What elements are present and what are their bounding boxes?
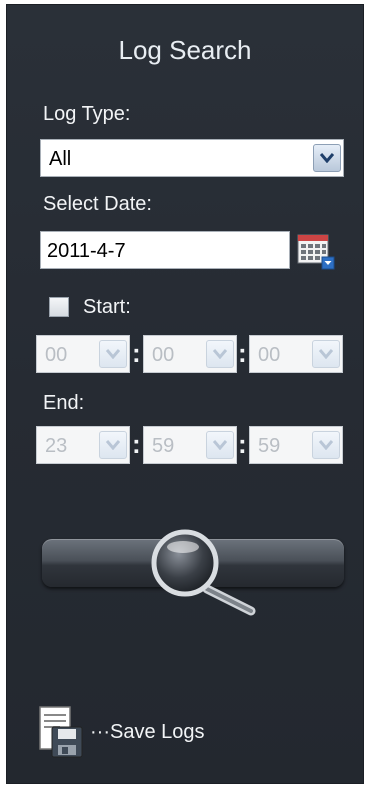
start-hour-select[interactable]: 00 xyxy=(36,335,130,373)
panel-title: Log Search xyxy=(118,35,252,65)
chevron-down-icon[interactable] xyxy=(313,144,341,172)
start-minute-value: 00 xyxy=(152,344,175,366)
start-second-select[interactable]: 00 xyxy=(249,335,343,373)
log-type-select[interactable]: All xyxy=(40,139,344,177)
time-separator: : xyxy=(238,429,247,459)
date-input[interactable]: 2011-4-7 xyxy=(40,231,290,269)
end-label: End: xyxy=(43,392,85,414)
end-second-select[interactable]: 59 xyxy=(249,426,343,464)
chevron-down-icon[interactable] xyxy=(206,340,234,368)
start-second-value: 00 xyxy=(258,344,281,366)
select-date-label: Select Date: xyxy=(43,193,152,215)
start-time-checkbox[interactable] xyxy=(49,297,69,317)
time-separator: : xyxy=(132,429,141,459)
chevron-down-icon[interactable] xyxy=(312,340,340,368)
chevron-down-icon[interactable] xyxy=(312,431,340,459)
start-label: Start: xyxy=(83,296,131,318)
date-value: 2011-4-7 xyxy=(47,240,126,262)
magnifier-icon[interactable] xyxy=(149,527,269,627)
time-separator: : xyxy=(132,338,141,368)
end-hour-value: 23 xyxy=(45,435,68,457)
log-search-panel: Log Search Log Type: All Select Date: 20… xyxy=(6,4,364,784)
end-hour-select[interactable]: 23 xyxy=(36,426,130,464)
calendar-icon[interactable] xyxy=(296,231,336,271)
log-type-value: All xyxy=(49,148,72,170)
time-separator: : xyxy=(238,338,247,368)
end-second-value: 59 xyxy=(258,435,281,457)
chevron-down-icon[interactable] xyxy=(99,340,127,368)
end-minute-select[interactable]: 59 xyxy=(143,426,237,464)
save-logs-link[interactable]: ···Save Logs xyxy=(90,721,205,744)
log-type-label: Log Type: xyxy=(43,103,131,125)
start-minute-select[interactable]: 00 xyxy=(143,335,237,373)
end-minute-value: 59 xyxy=(152,435,175,457)
chevron-down-icon[interactable] xyxy=(206,431,234,459)
floppy-disk-icon[interactable] xyxy=(38,705,84,759)
chevron-down-icon[interactable] xyxy=(99,431,127,459)
start-hour-value: 00 xyxy=(45,344,68,366)
